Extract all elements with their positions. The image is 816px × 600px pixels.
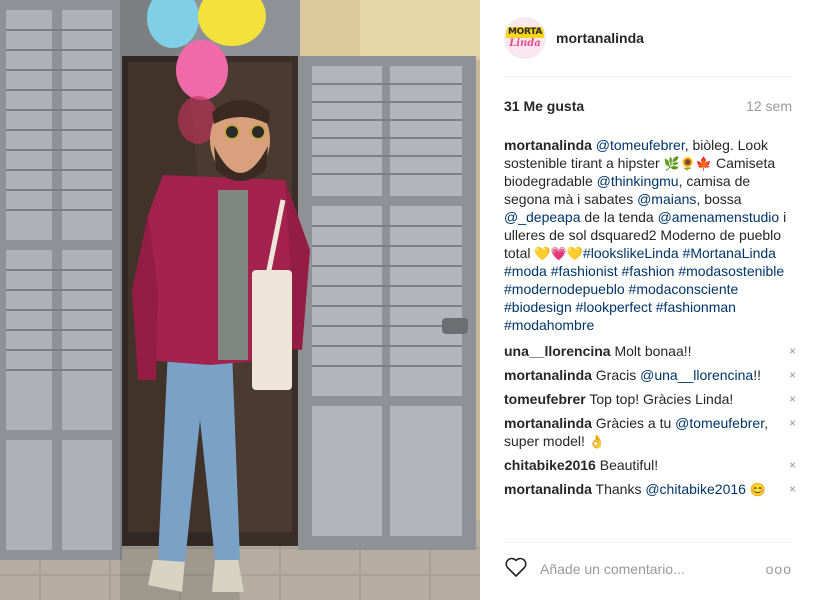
comment-username-link[interactable]: mortanalinda [504, 367, 592, 383]
post-sidebar: MORTA Linda mortanalinda 31 Me gusta 12 … [480, 0, 816, 600]
caption-mention-link[interactable]: @amenamenstudio [658, 209, 780, 225]
add-comment-input[interactable]: Añade un comentario... [540, 561, 766, 577]
comment-username-link[interactable]: mortanalinda [504, 415, 592, 431]
comment-text: Gracis [591, 367, 641, 383]
delete-comment-icon[interactable]: × [789, 390, 796, 408]
comment-text: !! [753, 367, 761, 383]
comment-emoji: 😊 [749, 482, 767, 497]
comment-mention-link[interactable]: @una__llorencina [640, 367, 753, 383]
comment-item: chitabike2016 Beautiful! × [504, 456, 796, 474]
comment-thread: mortanalinda @tomeufebrer, biòleg. Look … [504, 136, 796, 504]
comment-username-link[interactable]: tomeufebrer [504, 391, 586, 407]
comment-mention-link[interactable]: @tomeufebrer [675, 415, 764, 431]
caption-text: de la tenda [580, 209, 658, 225]
comment-item: mortanalinda Thanks @chitabike2016 😊 × [504, 480, 796, 498]
post-username-link[interactable]: mortanalinda [556, 30, 644, 46]
comment-text: Molt bonaa!! [610, 343, 692, 359]
heart-icon[interactable] [504, 556, 528, 583]
caption-text: , bossa [696, 191, 742, 207]
comment-username-link[interactable]: mortanalinda [504, 481, 592, 497]
caption-mention-link[interactable]: @_depeapa [504, 209, 581, 225]
delete-comment-icon[interactable]: × [789, 342, 796, 360]
caption-mention-link[interactable]: @thinkingmu [597, 173, 679, 189]
comment-item: mortanalinda Gràcies a tu @tomeufebrer, … [504, 414, 796, 450]
caption-emoji: 💛💗💛 [534, 246, 583, 261]
caption-username-link[interactable]: mortanalinda [504, 137, 592, 153]
post-header: MORTA Linda mortanalinda [504, 0, 792, 77]
delete-comment-icon[interactable]: × [789, 456, 796, 474]
comment-item: una__llorencina Molt bonaa!! × [504, 342, 796, 360]
comment-username-link[interactable]: una__llorencina [504, 343, 611, 359]
caption-emoji: 🌿🌻🍁 [663, 156, 713, 171]
comment-bar: Añade un comentario... ooo [504, 542, 792, 595]
post-photo[interactable] [0, 0, 480, 600]
profile-avatar[interactable]: MORTA Linda [504, 17, 546, 59]
comment-item: tomeufebrer Top top! Gràcies Linda! × [504, 390, 796, 408]
delete-comment-icon[interactable]: × [789, 480, 796, 498]
more-options-icon[interactable]: ooo [766, 561, 792, 577]
avatar-logo-bottom: Linda [509, 38, 541, 49]
post-caption: mortanalinda @tomeufebrer, biòleg. Look … [504, 136, 796, 334]
photo-scene [0, 0, 480, 600]
avatar-logo-top: MORTA [505, 27, 545, 38]
comment-text: Beautiful! [595, 457, 659, 473]
comment-item: mortanalinda Gracis @una__llorencina!! × [504, 366, 796, 384]
caption-mention-link[interactable]: @maians [637, 191, 696, 207]
comment-emoji: 👌 [588, 434, 606, 449]
comment-text: Gràcies a tu [591, 415, 676, 431]
delete-comment-icon[interactable]: × [789, 366, 796, 384]
likes-count[interactable]: 31 Me gusta [504, 98, 584, 114]
comment-mention-link[interactable]: @chitabike2016 [645, 481, 746, 497]
comment-text: Thanks [591, 481, 646, 497]
delete-comment-icon[interactable]: × [789, 414, 796, 432]
caption-mention-link[interactable]: @tomeufebrer [596, 137, 685, 153]
comment-username-link[interactable]: chitabike2016 [504, 457, 596, 473]
post-age[interactable]: 12 sem [746, 98, 792, 114]
comment-text: Top top! Gràcies Linda! [585, 391, 734, 407]
